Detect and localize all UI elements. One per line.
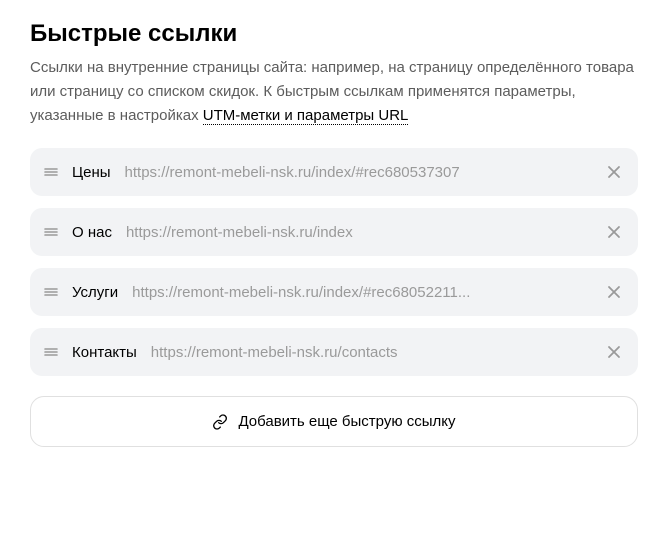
quicklink-url[interactable]: https://remont-mebeli-nsk.ru/index/#rec6… — [125, 164, 590, 181]
section-heading: Быстрые ссылки — [30, 20, 638, 48]
quicklink-item: О нас https://remont-mebeli-nsk.ru/index — [30, 208, 638, 256]
close-icon — [606, 284, 622, 300]
quicklink-label[interactable]: Услуги — [72, 284, 118, 301]
quicklink-label[interactable]: Контакты — [72, 344, 137, 361]
close-icon — [606, 164, 622, 180]
quicklinks-list: Цены https://remont-mebeli-nsk.ru/index/… — [30, 148, 638, 376]
drag-handle-icon[interactable] — [44, 165, 58, 179]
remove-quicklink-button[interactable] — [604, 162, 624, 182]
quicklink-url[interactable]: https://remont-mebeli-nsk.ru/contacts — [151, 344, 590, 361]
quicklink-item: Цены https://remont-mebeli-nsk.ru/index/… — [30, 148, 638, 196]
quicklink-label[interactable]: О нас — [72, 224, 112, 241]
remove-quicklink-button[interactable] — [604, 282, 624, 302]
utm-settings-link[interactable]: UTM-метки и параметры URL — [203, 107, 409, 125]
close-icon — [606, 224, 622, 240]
drag-handle-icon[interactable] — [44, 285, 58, 299]
quicklink-url[interactable]: https://remont-mebeli-nsk.ru/index — [126, 224, 590, 241]
section-description: Ссылки на внутренние страницы сайта: нап… — [30, 56, 638, 128]
quicklink-item: Контакты https://remont-mebeli-nsk.ru/co… — [30, 328, 638, 376]
close-icon — [606, 344, 622, 360]
quicklink-label[interactable]: Цены — [72, 164, 111, 181]
remove-quicklink-button[interactable] — [604, 342, 624, 362]
link-icon — [212, 414, 228, 430]
add-button-label: Добавить еще быструю ссылку — [238, 413, 455, 430]
drag-handle-icon[interactable] — [44, 345, 58, 359]
add-quicklink-button[interactable]: Добавить еще быструю ссылку — [30, 396, 638, 447]
drag-handle-icon[interactable] — [44, 225, 58, 239]
quicklink-url[interactable]: https://remont-mebeli-nsk.ru/index/#rec6… — [132, 284, 590, 301]
remove-quicklink-button[interactable] — [604, 222, 624, 242]
quicklink-item: Услуги https://remont-mebeli-nsk.ru/inde… — [30, 268, 638, 316]
